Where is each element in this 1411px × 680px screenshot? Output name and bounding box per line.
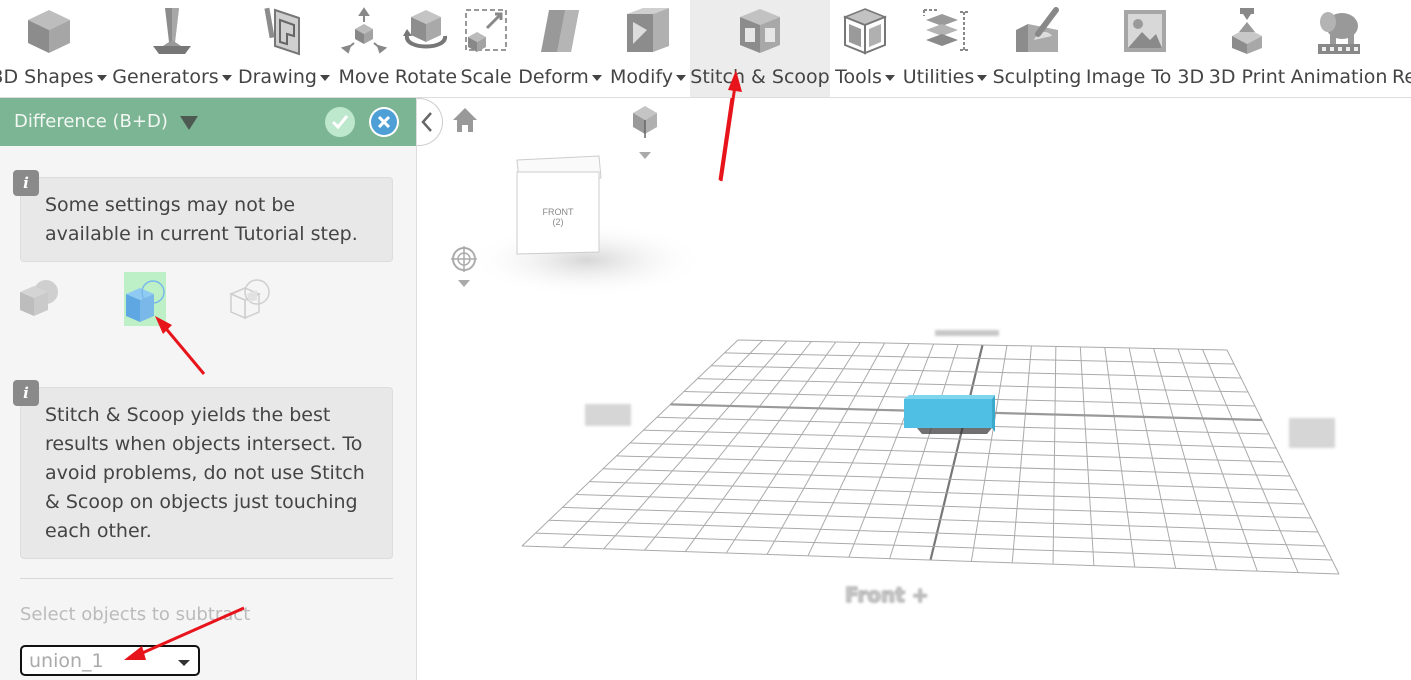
toolbar-drawing[interactable]: Drawing [234, 0, 334, 97]
3d-print-icon [1232, 8, 1262, 54]
checkmark-icon [331, 115, 349, 130]
toolbar-re-partial[interactable]: Re [1390, 0, 1411, 97]
front-axis-label: Front + [845, 583, 929, 607]
apply-button[interactable] [325, 107, 355, 137]
scene-canvas[interactable]: FRONT (2) Front + [417, 98, 1411, 680]
animation-icon [1318, 12, 1360, 54]
stitch-scoop-icon [740, 9, 780, 53]
stitch-scoop-panel: Difference (B+D) i Some settings may not… [0, 98, 417, 680]
scene-object-union-1[interactable] [904, 395, 995, 434]
tutorial-notice-text: Some settings may not be available in cu… [45, 194, 358, 245]
tools-icon [842, 8, 888, 55]
3d-viewport[interactable]: FRONT (2) Front + [417, 98, 1411, 680]
toolbar-image-to-3d[interactable]: Image To 3D [1084, 0, 1206, 97]
toolbar-move[interactable]: Move [334, 0, 394, 97]
operation-dropdown-caret[interactable] [180, 116, 198, 130]
rotate-icon [403, 10, 447, 49]
view-cube[interactable]: FRONT (2) [467, 155, 707, 298]
panel-header: Difference (B+D) [0, 98, 416, 146]
toolbar-deform[interactable]: Deform [514, 0, 606, 97]
annotation-arrow-toolbar [718, 98, 734, 181]
main-toolbar: 3D Shapes Generators Drawing Move Rotate… [0, 0, 1411, 98]
toolbar-rotate[interactable]: Rotate [394, 0, 458, 97]
home-icon[interactable] [453, 108, 477, 132]
toolbar-generators[interactable]: Generators [110, 0, 234, 97]
cancel-button[interactable] [369, 107, 399, 137]
image-to-3d-icon [1124, 10, 1166, 52]
divider [20, 578, 393, 579]
deform-icon [541, 10, 579, 52]
toolbar-tools[interactable]: Tools [830, 0, 900, 97]
difference-icon [126, 280, 165, 322]
move-icon [340, 7, 388, 54]
union-mode-button[interactable] [16, 274, 62, 324]
view-cube-label: FRONT [543, 207, 574, 217]
tutorial-notice: i Some settings may not be available in … [13, 170, 393, 262]
toolbar-3d-print[interactable]: 3D Print [1206, 0, 1288, 97]
info-icon: i [13, 380, 39, 406]
toolbar-sculpting[interactable]: Sculpting [990, 0, 1084, 97]
sculpting-icon [1016, 7, 1059, 52]
generator-icon [153, 8, 191, 54]
view-cube-sublabel: (2) [553, 217, 564, 227]
toolbar-animation[interactable]: Animation [1288, 0, 1390, 97]
scale-icon [465, 9, 507, 52]
camera-orientation-icon[interactable] [633, 106, 657, 159]
chevron-down-icon [178, 660, 190, 666]
utilities-icon [923, 9, 968, 51]
toolbar-scale[interactable]: Scale [458, 0, 514, 97]
info-icon: i [13, 170, 39, 196]
stitch-scoop-tip-text: Stitch & Scoop yields the best results w… [45, 404, 365, 542]
chevron-left-icon [421, 112, 432, 132]
operation-title[interactable]: Difference (B+D) [14, 111, 168, 132]
cube-icon [28, 10, 70, 53]
ground-grid [521, 339, 1340, 575]
difference-mode-button[interactable] [124, 272, 166, 326]
subtract-label: Select objects to subtract [20, 604, 251, 625]
close-icon [371, 109, 397, 135]
toolbar-3d-shapes[interactable]: 3D Shapes [0, 0, 110, 97]
stitch-scoop-tip: i Stitch & Scoop yields the best results… [13, 380, 393, 559]
subtract-object-value: union_1 [29, 650, 104, 672]
toolbar-modify[interactable]: Modify [606, 0, 690, 97]
union-icon [20, 280, 58, 316]
intersection-mode-button[interactable] [227, 274, 273, 324]
intersection-icon [229, 279, 270, 320]
modify-icon [627, 8, 669, 52]
toolbar-stitch-scoop[interactable]: Stitch & Scoop [690, 0, 830, 97]
toolbar-utilities[interactable]: Utilities [900, 0, 990, 97]
subtract-object-select[interactable]: union_1 [20, 645, 200, 676]
drawing-icon [264, 7, 300, 56]
